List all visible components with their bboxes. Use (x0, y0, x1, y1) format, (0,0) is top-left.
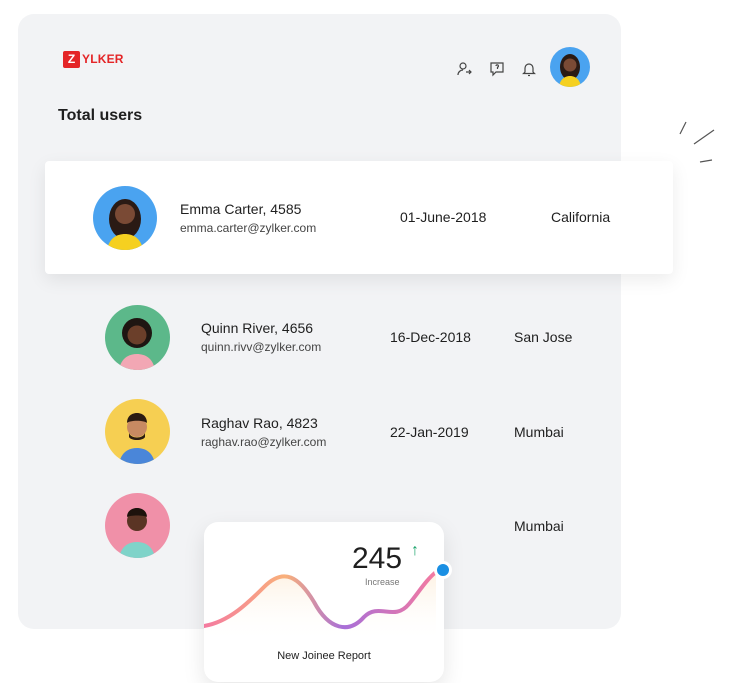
user-avatar (93, 186, 157, 250)
user-city: California (551, 209, 611, 225)
user-email: emma.carter@zylker.com (180, 221, 317, 235)
join-date: 01-June-2018 (400, 209, 487, 225)
user-avatar (105, 305, 170, 370)
zylker-logo[interactable]: Z YLKER (63, 49, 124, 69)
chat-icon[interactable] (488, 60, 506, 78)
user-city: San Jose (514, 329, 573, 345)
join-date: 16-Dec-2018 (390, 329, 471, 345)
trend-endpoint-dot (434, 561, 452, 579)
trend-line-chart (204, 570, 438, 642)
user-city: Mumbai (514, 424, 564, 440)
report-value: 245 (352, 542, 403, 575)
user-share-icon[interactable] (456, 60, 474, 78)
join-date: 22-Jan-2019 (390, 424, 469, 440)
logo-mark: Z (63, 50, 80, 68)
user-name: Quinn River, 4656 (201, 320, 314, 336)
sparkle-decoration (679, 121, 715, 163)
user-name: Raghav Rao, 4823 (201, 415, 318, 431)
user-email: raghav.rao@zylker.com (201, 435, 327, 449)
profile-avatar[interactable] (550, 47, 590, 87)
up-arrow-icon: ↑ (411, 542, 419, 559)
user-city: Mumbai (514, 518, 564, 534)
logo-wordmark: YLKER (82, 52, 124, 66)
user-email: quinn.rivv@zylker.com (201, 340, 322, 354)
page-title: Total users (58, 107, 143, 124)
user-avatar (105, 399, 170, 464)
report-title: New Joinee Report (277, 650, 371, 662)
header-actions (456, 60, 538, 78)
report-sub-label: Increase (365, 577, 400, 587)
bell-icon[interactable] (520, 60, 538, 78)
user-avatar (105, 493, 170, 558)
new-joinee-report-card[interactable]: 245 ↑ Increase New Joinee Report (204, 522, 444, 682)
user-name: Emma Carter, 4585 (180, 201, 302, 217)
